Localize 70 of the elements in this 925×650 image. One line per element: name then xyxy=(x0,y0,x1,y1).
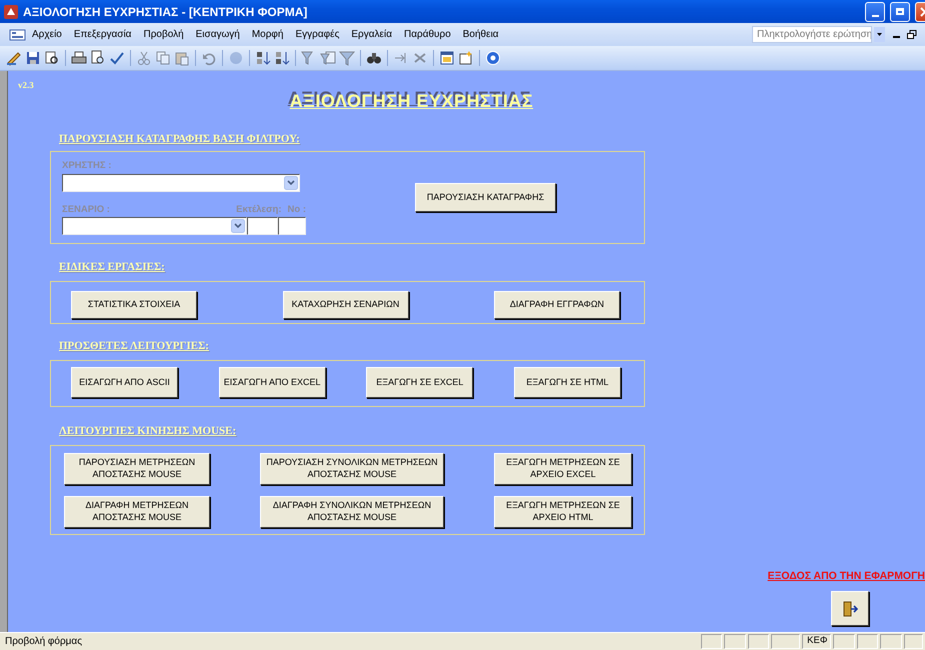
exit-door-icon xyxy=(842,600,858,616)
filter-form-icon[interactable] xyxy=(320,50,336,66)
copy-icon[interactable] xyxy=(155,50,171,66)
section-heading: ΠΡΟΣΘΕΤΕΣ ΛΕΙΤΟΥΡΓΙΕΣ: xyxy=(59,340,209,352)
scenario-label: ΣΕΝΑΡΙΟ : xyxy=(62,204,110,215)
version-label: v2.3 xyxy=(18,80,34,90)
section-heading: ΠΑΡΟΥΣΙΑΣΗ ΚΑΤΑΓΡΑΦΗΣ ΒΑΣΗ ΦΙΛΤΡΟΥ: xyxy=(59,133,300,145)
section-heading: ΕΙΔΙΚΕΣ ΕΡΓΑΣΙΕΣ: xyxy=(59,261,165,273)
menu-item[interactable]: Επεξεργασία xyxy=(68,29,138,40)
action-button[interactable]: ΕΙΣΑΓΩΓΗ ΑΠΟ ASCII xyxy=(71,367,178,398)
run-field[interactable] xyxy=(247,217,278,235)
status-panel xyxy=(748,634,770,649)
status-text: Προβολή φόρμας xyxy=(4,636,84,647)
form-icon xyxy=(4,4,18,18)
status-panel xyxy=(856,634,878,649)
paste-icon[interactable] xyxy=(174,50,190,66)
new-object-icon[interactable] xyxy=(458,50,474,66)
action-button[interactable]: ΣΤΑΤΙΣΤΙΚΑ ΣΤΟΙΧΕΙΑ xyxy=(71,291,197,319)
menu-item[interactable]: Προβολή xyxy=(137,29,190,40)
binoculars-icon[interactable] xyxy=(366,50,382,66)
status-panel xyxy=(771,634,800,649)
exit-button[interactable] xyxy=(831,591,869,626)
scenario-combo-box[interactable] xyxy=(62,217,247,235)
menu-item[interactable]: Εισαγωγή xyxy=(190,29,246,40)
action-button[interactable]: ΔΙΑΓΡΑΦΗ ΣΥΝΟΛΙΚΩΝ ΜΕΤΡΗΣΕΩΝ ΑΠΟΣΤΑΣΗΣ MOUSE xyxy=(260,496,444,528)
action-button[interactable]: ΕΞΑΓΩΓΗ ΣΕ HTML xyxy=(514,367,621,398)
show-log-button[interactable]: ΠΑΡΟΥΣΙΑΣΗ ΚΑΤΑΓΡΑΦΗΣ xyxy=(415,183,556,212)
print-icon[interactable] xyxy=(71,50,87,66)
cut-icon[interactable] xyxy=(136,50,152,66)
action-button[interactable]: ΕΞΑΓΩΓΗ ΣΕ EXCEL xyxy=(366,367,474,398)
print-preview-icon[interactable] xyxy=(90,50,106,66)
number-field[interactable] xyxy=(278,217,306,235)
status-indicator: ΚΕΦ xyxy=(802,634,832,649)
menu-item[interactable]: Βοήθεια xyxy=(456,29,505,40)
minimize-button[interactable] xyxy=(865,2,885,22)
action-button[interactable]: ΠΑΡΟΥΣΙΑΣΗ ΜΕΤΡΗΣΕΩΝ ΑΠΟΣΤΑΣΗΣ MOUSE xyxy=(64,453,210,485)
action-button[interactable]: ΕΙΣΑΓΩΓΗ ΑΠΟ EXCEL xyxy=(218,367,326,398)
number-label: Νο : xyxy=(288,204,306,215)
status-panel xyxy=(833,634,855,649)
menu-item[interactable]: Αρχείο xyxy=(26,29,68,40)
status-panel xyxy=(700,634,722,649)
status-panel xyxy=(724,634,746,649)
action-button[interactable]: ΔΙΑΓΡΑΦΗ ΜΕΤΡΗΣΕΩΝ ΑΠΟΣΤΑΣΗΣ MOUSE xyxy=(64,496,210,528)
exit-label: ΕΞΟΔΟΣ ΑΠΟ ΤΗΝ ΕΦΑΡΜΟΓΗ xyxy=(768,570,925,582)
form-title: ΑΞΙΟΛΟΓΗΣΗ ΕΥΧΡΗΣΤΙΑΣ xyxy=(290,91,534,112)
action-button[interactable]: ΚΑΤΑΧΩΡΗΣΗ ΣΕΝΑΡΙΩΝ xyxy=(282,291,408,319)
action-button[interactable]: ΔΙΑΓΡΑΦΗ ΕΓΓΡΑΦΩΝ xyxy=(494,291,620,319)
status-panel xyxy=(880,634,902,649)
window-title: ΑΞΙΟΛΟΓΗΣΗ ΕΥΧΡΗΣΤΙΑΣ - [ΚΕΝΤΡΙΚΗ ΦΟΡΜΑ] xyxy=(23,4,308,18)
menu-item[interactable]: Εργαλεία xyxy=(345,29,398,40)
section-heading: ΛΕΙΤΟΥΡΓΙΕΣ ΚΙΝΗΣΗΣ MOUSE: xyxy=(59,425,236,437)
menu-item[interactable]: Μορφή xyxy=(246,29,290,40)
filter-icon[interactable] xyxy=(339,50,355,66)
action-button[interactable]: ΠΑΡΟΥΣΙΑΣΗ ΣΥΝΟΛΙΚΩΝ ΜΕΤΡΗΣΕΩΝ ΑΠΟΣΤΑΣΗΣ MOUSE xyxy=(260,453,444,485)
action-button[interactable]: ΕΞΑΓΩΓΗ ΜΕΤΡΗΣΕΩΝ ΣΕ ΑΡΧΕΙΟ EXCEL xyxy=(494,453,632,485)
restore-button[interactable] xyxy=(890,2,910,22)
spelling-check-icon[interactable] xyxy=(109,50,125,66)
sort-ascending-icon[interactable] xyxy=(255,50,271,66)
database-window-icon[interactable] xyxy=(439,50,455,66)
sort-descending-icon[interactable] xyxy=(274,50,290,66)
status-panel xyxy=(904,634,924,649)
user-label: ΧΡΗΣΤΗΣ : xyxy=(62,160,112,171)
run-label: Εκτέλεση: xyxy=(236,204,282,215)
save-icon[interactable] xyxy=(25,50,41,66)
restore-icon[interactable] xyxy=(907,30,917,39)
design-view-icon[interactable] xyxy=(6,50,22,66)
menu-item[interactable]: Παράθυρο xyxy=(398,29,457,40)
menu-item[interactable]: Εγγραφές xyxy=(289,29,346,40)
user-combo-box[interactable] xyxy=(62,174,300,192)
action-button[interactable]: ΕΞΑΓΩΓΗ ΜΕΤΡΗΣΕΩΝ ΣΕ ΑΡΧΕΙΟ HTML xyxy=(494,496,632,528)
